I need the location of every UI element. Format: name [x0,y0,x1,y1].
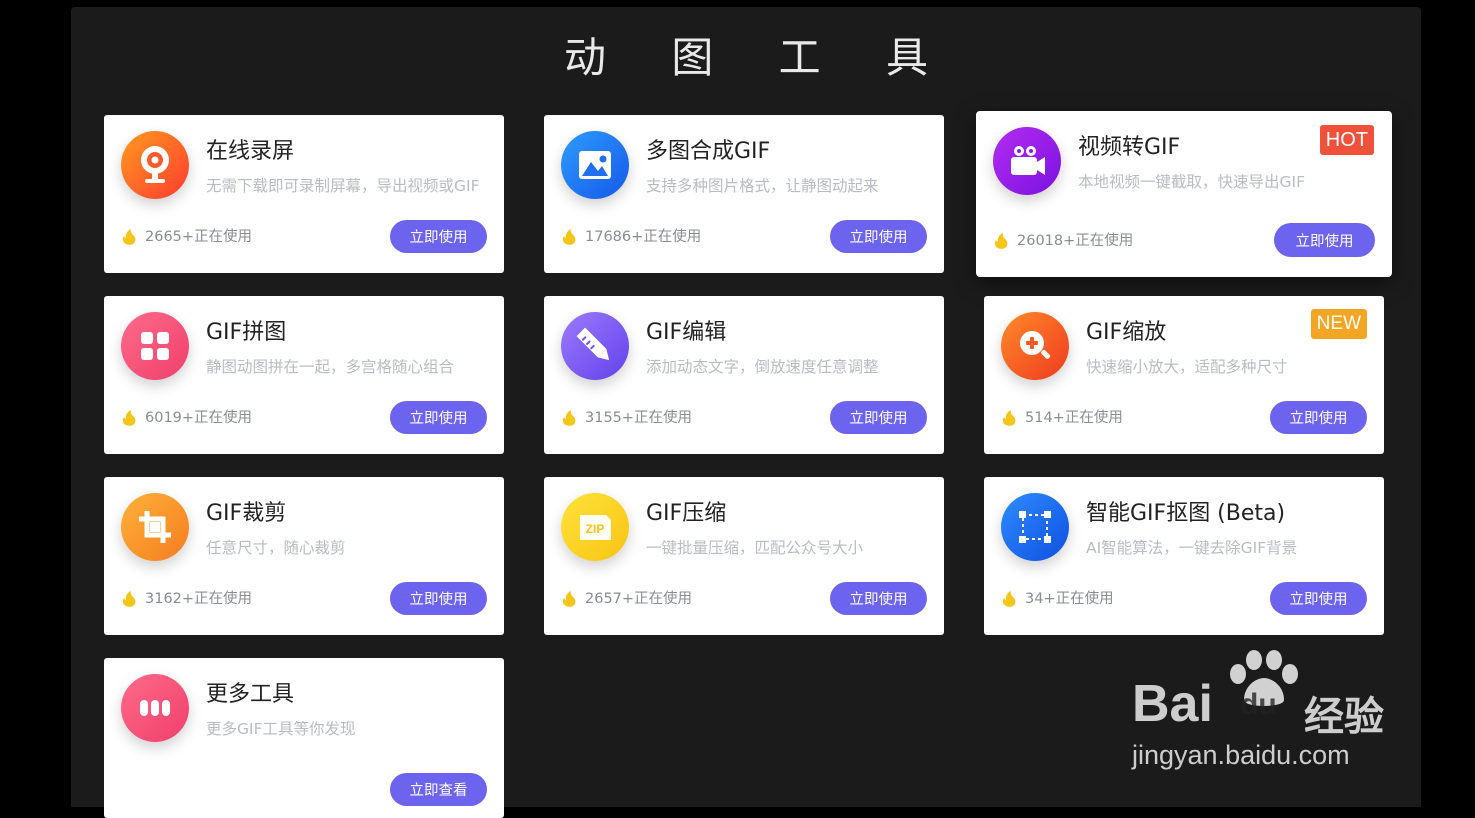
use-now-button[interactable]: 立即使用 [390,220,487,253]
card-desc: 支持多种图片格式，让静图动起来 [646,177,879,195]
watermark-suffix: 经验 [1304,694,1384,740]
flame-icon [122,590,136,607]
usage-count: 2657+正在使用 [560,587,692,608]
flame-icon [562,590,576,607]
image-icon [561,131,629,199]
usage-count: 26018+正在使用 [992,229,1133,250]
flame-icon [122,228,136,245]
use-now-button[interactable]: 立即使用 [1274,223,1375,257]
view-now-button[interactable]: 立即查看 [390,773,487,806]
usage-text: 3162+正在使用 [145,591,253,607]
card-desc: 本地视频一键截取，快速导出GIF [1078,173,1305,191]
usage-text: 3155+正在使用 [585,410,693,426]
card-title: GIF缩放 [1086,320,1167,345]
card-title: 多图合成GIF [646,139,771,164]
card-title: 智能GIF抠图 (Beta) [1086,501,1286,526]
card-title: GIF拼图 [206,320,287,345]
grid-icon [121,312,189,380]
hot-badge: HOT [1319,125,1374,155]
use-now-button[interactable]: 立即使用 [830,582,927,615]
zoom-in-icon [1001,312,1069,380]
tool-card-screen-record[interactable]: 在线录屏 无需下载即可录制屏幕，导出视频或GIF 2665+正在使用 立即使用 [104,115,504,273]
card-desc: 快速缩小放大，适配多种尺寸 [1086,358,1288,376]
svg-text:ZIP: ZIP [586,522,605,536]
card-desc: 一键批量压缩，匹配公众号大小 [646,539,864,557]
usage-count: 3162+正在使用 [120,587,252,608]
card-title: 在线录屏 [206,139,295,164]
watermark-url: jingyan.baidu.com [1132,740,1350,770]
pencil-ruler-icon [561,312,629,380]
tool-card-gif-resize[interactable]: GIF缩放 快速缩小放大，适配多种尺寸 NEW 514+正在使用 立即使用 [984,296,1384,454]
usage-count: 6019+正在使用 [120,406,252,427]
usage-count: 2665+正在使用 [120,225,252,246]
flame-icon [562,409,576,426]
card-desc: 更多GIF工具等你发现 [206,720,356,738]
tool-card-gif-collage[interactable]: GIF拼图 静图动图拼在一起，多宫格随心组合 6019+正在使用 立即使用 [104,296,504,454]
usage-text: 26018+正在使用 [1017,233,1134,249]
usage-count: 3155+正在使用 [560,406,692,427]
flame-icon [994,232,1008,249]
tool-card-gif-edit[interactable]: GIF编辑 添加动态文字，倒放速度任意调整 3155+正在使用 立即使用 [544,296,944,454]
card-title: GIF编辑 [646,320,727,345]
flame-icon [122,409,136,426]
card-title: GIF压缩 [646,501,727,526]
card-desc: AI智能算法，一键去除GIF背景 [1086,539,1298,557]
usage-text: 514+正在使用 [1025,410,1123,426]
tool-card-multi-image-gif[interactable]: 多图合成GIF 支持多种图片格式，让静图动起来 17686+正在使用 立即使用 [544,115,944,273]
more-dots-icon [121,674,189,742]
crop-icon [121,493,189,561]
card-title: 视频转GIF [1078,135,1181,160]
video-camera-icon [993,127,1061,195]
select-frame-icon [1001,493,1069,561]
tool-card-gif-crop[interactable]: GIF裁剪 任意尺寸，随心裁剪 3162+正在使用 立即使用 [104,477,504,635]
tool-card-video-to-gif[interactable]: 视频转GIF 本地视频一键截取，快速导出GIF HOT 26018+正在使用 立… [976,111,1392,277]
usage-count: 17686+正在使用 [560,225,701,246]
new-badge: NEW [1310,309,1367,339]
page-title: 动 图 工 具 [563,33,955,82]
flame-icon [562,228,576,245]
camera-icon [121,131,189,199]
use-now-button[interactable]: 立即使用 [1270,582,1367,615]
card-desc: 无需下载即可录制屏幕，导出视频或GIF [206,177,480,195]
watermark-brand-du: du [1240,688,1277,721]
card-desc: 任意尺寸，随心裁剪 [206,539,346,557]
use-now-button[interactable]: 立即使用 [1270,401,1367,434]
usage-text: 17686+正在使用 [585,229,702,245]
card-title: GIF裁剪 [206,501,287,526]
baidu-jingyan-watermark: Bai du 经验 jingyan.baidu.com [1128,648,1398,778]
use-now-button[interactable]: 立即使用 [830,220,927,253]
usage-count: 514+正在使用 [1000,406,1123,427]
card-title: 更多工具 [206,682,295,707]
flame-icon [1002,409,1016,426]
zip-icon: ZIP [561,493,629,561]
use-now-button[interactable]: 立即使用 [390,582,487,615]
tool-card-gif-compress[interactable]: ZIP GIF压缩 一键批量压缩，匹配公众号大小 2657+正在使用 立即使用 [544,477,944,635]
use-now-button[interactable]: 立即使用 [390,401,487,434]
usage-text: 2665+正在使用 [145,229,253,245]
usage-text: 2657+正在使用 [585,591,693,607]
usage-text: 34+正在使用 [1025,591,1114,607]
card-desc: 添加动态文字，倒放速度任意调整 [646,358,879,376]
use-now-button[interactable]: 立即使用 [830,401,927,434]
tool-card-more-tools[interactable]: 更多工具 更多GIF工具等你发现 立即查看 [104,658,504,818]
watermark-brand: Bai [1132,675,1213,733]
tool-card-gif-matting[interactable]: 智能GIF抠图 (Beta) AI智能算法，一键去除GIF背景 34+正在使用 … [984,477,1384,635]
card-desc: 静图动图拼在一起，多宫格随心组合 [206,358,455,376]
usage-count: 34+正在使用 [1000,587,1114,608]
usage-text: 6019+正在使用 [145,410,253,426]
flame-icon [1002,590,1016,607]
